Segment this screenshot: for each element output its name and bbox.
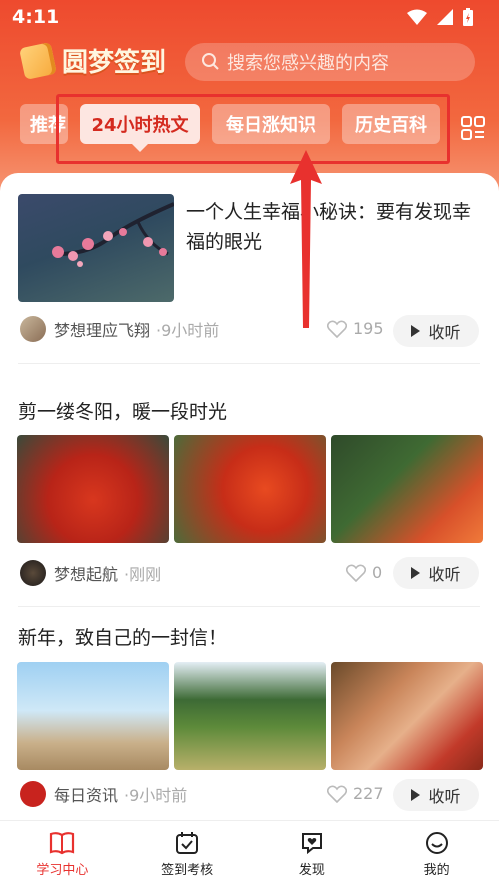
avatar — [20, 781, 46, 807]
listen-button[interactable]: 收听 — [393, 779, 479, 811]
status-icons — [407, 8, 473, 26]
feed-list: 一个人生幸福小秘诀：要有发现幸福的眼光 梦想理应飞翔 ·9小时前 195 收听 … — [0, 173, 499, 820]
author-name: 每日资讯 — [54, 786, 119, 805]
post-time: ·刚刚 — [124, 565, 162, 584]
search-placeholder: 搜索您感兴趣的内容 — [227, 53, 389, 74]
play-icon — [411, 325, 421, 337]
heart-icon — [346, 564, 366, 582]
post-time: ·9小时前 — [124, 786, 188, 805]
nav-label: 学习中心 — [36, 863, 89, 878]
status-bar: 4:11 — [0, 0, 499, 34]
status-time: 4:11 — [12, 6, 60, 28]
feed-item-photo — [331, 435, 483, 543]
nav-discover[interactable]: 发现 — [250, 821, 375, 888]
calendar-check-icon — [176, 832, 199, 854]
nav-label: 签到考核 — [161, 863, 214, 878]
like-button[interactable]: 227 — [327, 784, 384, 803]
category-grid-icon[interactable] — [461, 116, 485, 140]
book-icon — [50, 832, 75, 855]
feed-item-photo — [331, 662, 483, 770]
avatar — [20, 316, 46, 342]
feed-item-photo — [174, 662, 326, 770]
smiley-icon — [425, 832, 448, 854]
app-logo: 圆梦签到 — [19, 41, 167, 80]
like-count: 195 — [353, 319, 384, 338]
nav-mine[interactable]: 我的 — [374, 821, 499, 888]
divider — [18, 606, 480, 607]
battery-icon — [463, 8, 473, 26]
nav-label: 我的 — [423, 863, 450, 878]
listen-label: 收听 — [428, 565, 461, 584]
feed-item-title[interactable]: 剪一缕冬阳，暖一段时光 — [18, 397, 227, 427]
author-name: 梦想理应飞翔 — [54, 321, 151, 340]
feed-item[interactable]: 剪一缕冬阳，暖一段时光 梦想起航 ·刚刚 0 收听 — [0, 385, 499, 603]
heart-icon — [327, 785, 347, 803]
avatar — [20, 560, 46, 586]
feed-item-title[interactable]: 一个人生幸福小秘诀：要有发现幸福的眼光 — [186, 197, 476, 257]
heart-chat-icon — [301, 833, 322, 855]
like-button[interactable]: 195 — [327, 319, 384, 338]
feed-item-author[interactable]: 每日资讯 ·9小时前 — [20, 781, 187, 807]
nav-learning-center[interactable]: 学习中心 — [0, 821, 125, 888]
feed-item[interactable]: 新年，致自己的一封信！ 每日资讯 ·9小时前 227 收听 — [0, 613, 499, 820]
logo-icon — [19, 41, 57, 80]
feed-item-author[interactable]: 梦想理应飞翔 ·9小时前 — [20, 316, 219, 342]
like-count: 0 — [372, 563, 383, 582]
app-name: 圆梦签到 — [62, 48, 167, 78]
author-name: 梦想起航 — [54, 565, 119, 584]
highlight-box — [56, 94, 450, 164]
search-input[interactable]: 搜索您感兴趣的内容 — [185, 43, 475, 81]
listen-label: 收听 — [428, 787, 461, 806]
signal-icon — [437, 9, 453, 25]
up-arrow-annotation — [290, 150, 322, 328]
feed-item-photo — [18, 194, 174, 302]
feed-item-photo — [174, 435, 326, 543]
nav-checkin-assessment[interactable]: 签到考核 — [125, 821, 250, 888]
listen-button[interactable]: 收听 — [393, 557, 479, 589]
heart-icon — [327, 320, 347, 338]
search-icon — [202, 53, 219, 70]
wifi-icon — [407, 9, 427, 25]
feed-item-photo — [17, 435, 169, 543]
plum-blossom-image — [52, 202, 174, 267]
like-button[interactable]: 0 — [346, 563, 382, 582]
play-icon — [411, 789, 421, 801]
bottom-nav: 学习中心 签到考核 发现 我的 — [0, 820, 499, 888]
feed-item-photo — [17, 662, 169, 770]
listen-label: 收听 — [428, 323, 461, 342]
listen-button[interactable]: 收听 — [393, 315, 479, 347]
feed-item-author[interactable]: 梦想起航 ·刚刚 — [20, 560, 161, 586]
play-icon — [411, 567, 421, 579]
like-count: 227 — [353, 784, 384, 803]
nav-label: 发现 — [298, 863, 325, 878]
feed-item-title[interactable]: 新年，致自己的一封信！ — [18, 623, 227, 653]
post-time: ·9小时前 — [156, 321, 220, 340]
feed-item[interactable]: 一个人生幸福小秘诀：要有发现幸福的眼光 梦想理应飞翔 ·9小时前 195 收听 — [0, 173, 499, 363]
divider — [18, 363, 480, 364]
